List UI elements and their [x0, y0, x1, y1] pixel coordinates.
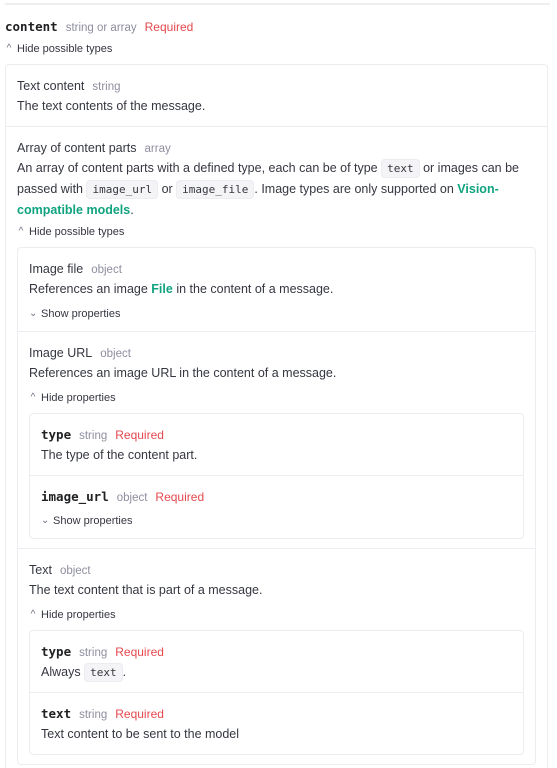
- variant-text-content: Text content string The text contents of…: [6, 65, 547, 126]
- property-desc: Always text.: [41, 662, 512, 683]
- variant-array-of-content-parts: Array of content parts array An array of…: [6, 126, 547, 768]
- property-name: type: [41, 427, 72, 442]
- desc-text: or: [158, 182, 177, 196]
- desc-text: in the content of a message.: [172, 282, 334, 296]
- desc-text: Always: [41, 665, 85, 679]
- subtype-type: object: [100, 348, 131, 360]
- divider: [5, 3, 550, 5]
- property-text: text string Required Text content to be …: [30, 692, 523, 754]
- property-type: type string Required The type of the con…: [30, 414, 523, 475]
- toggle-label: Show properties: [41, 308, 121, 320]
- desc-text: An array of content parts with a defined…: [17, 161, 382, 175]
- show-properties-toggle[interactable]: ⌄ Show properties: [41, 513, 512, 529]
- variant-desc: The text contents of the message.: [17, 99, 206, 113]
- hide-possible-types-toggle[interactable]: ^ Hide possible types: [5, 41, 550, 57]
- property-name: text: [41, 706, 72, 721]
- subtype-image-file: Image file object References an image Fi…: [18, 248, 535, 331]
- required-badge: Required: [155, 490, 205, 504]
- property-type-label: string: [79, 709, 108, 721]
- subtype-type: object: [91, 264, 122, 276]
- subtype-image-url: Image URL object References an image URL…: [18, 331, 535, 548]
- property-type: type string Required Always text.: [30, 631, 523, 692]
- toggle-label: Hide possible types: [29, 226, 125, 238]
- inline-code: image_url: [86, 180, 159, 199]
- toggle-label: Show properties: [53, 515, 133, 527]
- param-name: content: [5, 19, 58, 34]
- subtype-title: Image URL: [29, 346, 93, 360]
- property-name: type: [41, 644, 72, 659]
- required-badge: Required: [115, 707, 164, 721]
- required-badge: Required: [115, 645, 164, 659]
- hide-possible-types-toggle[interactable]: ^ Hide possible types: [17, 224, 536, 240]
- desc-text: References an image: [29, 282, 152, 296]
- properties-list: type string Required Always text. text s…: [29, 630, 524, 755]
- subtype-desc: The text content that is part of a messa…: [29, 583, 263, 597]
- chevron-up-icon: ^: [30, 392, 36, 403]
- subtype-title: Text: [29, 563, 52, 577]
- property-type-label: string: [79, 430, 108, 442]
- param-type: string or array: [65, 22, 137, 34]
- possible-types-list: Text content string The text contents of…: [5, 64, 548, 768]
- variant-title: Array of content parts: [17, 141, 137, 155]
- variant-type: string: [92, 81, 121, 93]
- chevron-down-icon: ⌄: [29, 308, 38, 319]
- subtype-desc: References an image URL in the content o…: [29, 366, 337, 380]
- subtype-title: Image file: [29, 262, 84, 276]
- properties-list: type string Required The type of the con…: [29, 413, 524, 539]
- param-content: content string or array Required ^ Hide …: [5, 18, 550, 768]
- toggle-label: Hide possible types: [17, 43, 113, 55]
- param-header: content string or array Required: [5, 18, 550, 37]
- hide-properties-toggle[interactable]: ^ Hide properties: [29, 390, 524, 406]
- subtype-desc: References an image File in the content …: [29, 279, 524, 300]
- file-link[interactable]: File: [151, 282, 173, 296]
- property-desc: Text content to be sent to the model: [41, 727, 240, 741]
- variant-desc: An array of content parts with a defined…: [17, 158, 536, 221]
- chevron-up-icon: ^: [18, 226, 24, 237]
- toggle-label: Hide properties: [41, 609, 116, 621]
- toggle-label: Hide properties: [41, 392, 116, 404]
- variant-type: array: [144, 143, 171, 155]
- inline-code: text: [84, 663, 123, 682]
- variant-title: Text content: [17, 79, 85, 93]
- inline-code: image_file: [176, 180, 255, 199]
- hide-properties-toggle[interactable]: ^ Hide properties: [29, 607, 524, 623]
- inline-code: text: [381, 159, 420, 178]
- property-name: image_url: [41, 489, 109, 504]
- chevron-up-icon: ^: [6, 43, 12, 54]
- chevron-down-icon: ⌄: [41, 515, 50, 526]
- required-badge: Required: [144, 20, 194, 34]
- subtypes-list: Image file object References an image Fi…: [17, 247, 536, 765]
- property-type-label: string: [79, 647, 108, 659]
- property-desc: The type of the content part.: [41, 448, 198, 462]
- desc-text: .: [122, 665, 127, 679]
- desc-text: . Image types are only supported on: [254, 182, 458, 196]
- subtype-text: Text object The text content that is par…: [18, 548, 535, 764]
- property-image-url: image_url object Required ⌄ Show propert…: [30, 475, 523, 538]
- chevron-up-icon: ^: [30, 609, 36, 620]
- required-badge: Required: [115, 428, 164, 442]
- property-type-label: object: [116, 492, 148, 504]
- subtype-type: object: [59, 565, 91, 577]
- desc-text: .: [130, 203, 134, 217]
- show-properties-toggle[interactable]: ⌄ Show properties: [29, 306, 524, 322]
